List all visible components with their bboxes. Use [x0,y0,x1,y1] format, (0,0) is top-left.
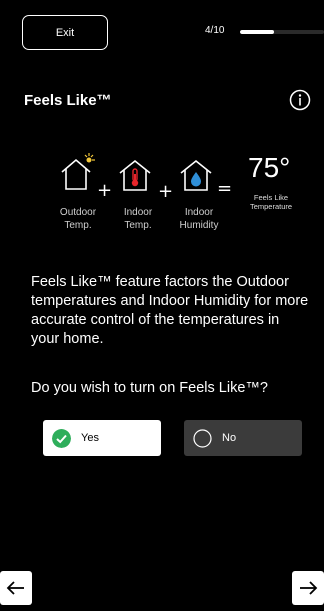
page-title: Feels Like™ [24,92,112,109]
option-yes-label: Yes [81,432,99,444]
label-line: Humidity [179,220,219,231]
arrow-left-icon [6,581,24,595]
house-droplet-icon [180,159,212,191]
option-no-label: No [222,432,237,444]
feature-description: Feels Like™ feature factors the Outdoor … [31,274,309,347]
label-line: Temp. [64,220,92,231]
icon-label-indoor-temp: Indoor Temp. [108,206,168,232]
label-line: Outdoor [59,207,97,218]
plus-sign: + [158,181,174,202]
exit-button[interactable]: Exit [22,15,108,50]
house-sun-icon [61,153,95,190]
feels-like-temperature-value: 75° [248,152,291,183]
progress-bar [240,30,324,34]
equals-sign: = [217,178,233,199]
option-yes[interactable]: Yes [43,420,161,456]
option-no[interactable]: No [184,420,302,456]
progress-text: 4/10 [205,25,225,36]
arrow-right-icon [300,581,318,595]
enable-question: Do you wish to turn on Feels Like™? [31,380,268,396]
next-button[interactable] [292,571,324,605]
caption-line: Feels Like [253,193,289,202]
feels-like-temperature-caption: Feels Like Temperature [238,193,304,211]
plus-sign: + [97,180,113,201]
house-thermometer-icon [119,159,151,191]
info-icon[interactable] [289,89,311,111]
label-line: Temp. [124,220,152,231]
caption-line: Temperature [249,202,293,211]
check-circle-icon [52,428,71,448]
progress-bar-fill [240,30,274,34]
radio-empty-icon [193,428,212,448]
label-line: Indoor [184,207,214,218]
back-button[interactable] [0,571,32,605]
label-line: Indoor [123,207,153,218]
icon-label-indoor-humidity: Indoor Humidity [168,206,230,232]
icon-label-outdoor-temp: Outdoor Temp. [48,206,108,232]
